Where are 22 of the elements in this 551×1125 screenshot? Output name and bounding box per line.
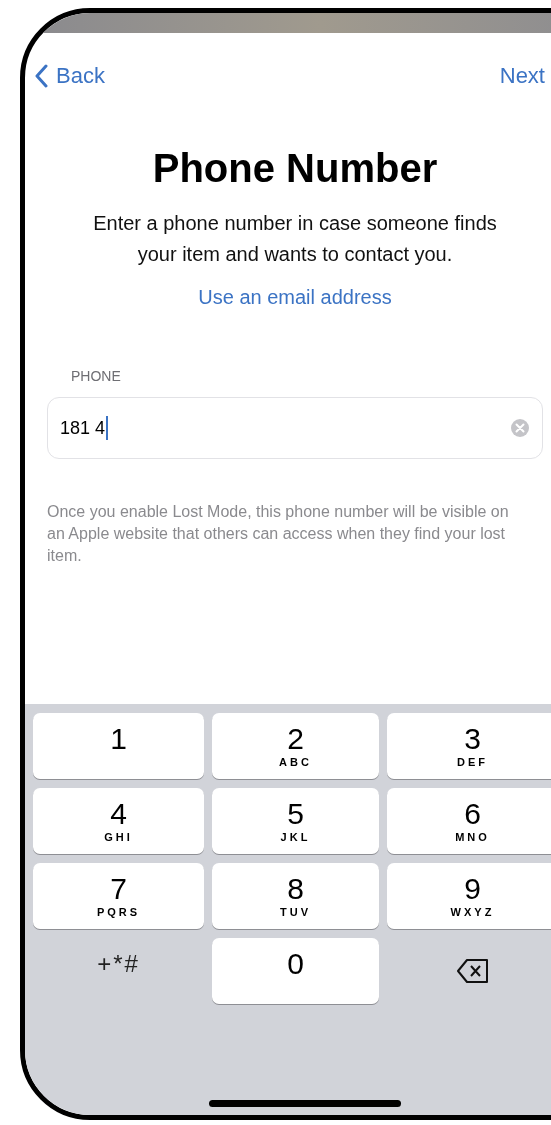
keypad-key[interactable]: 9 WXYZ [387, 863, 551, 929]
chevron-left-icon [35, 63, 48, 88]
keypad-key[interactable]: 8 TUV [212, 863, 379, 929]
footnote-text: Once you enable Lost Mode, this phone number will be visible on an Apple website that others can access when they find your lost item. [47, 502, 510, 566]
phone-value: 181 4 [60, 416, 106, 440]
keypad-key[interactable]: 1 [33, 713, 204, 779]
page-title: Phone Number [152, 145, 438, 192]
phone-field[interactable]: 181 4 [47, 397, 543, 459]
field-label: PHONE [70, 367, 122, 386]
keypad-key[interactable]: 4 GHI [33, 788, 204, 854]
back-button[interactable]: Back [35, 59, 105, 92]
email-link[interactable]: Use an email address [198, 282, 392, 312]
description-text: Enter a phone number in case someone finds your item and wants to contact you. [92, 211, 498, 267]
keypad-key[interactable]: 0 [212, 938, 379, 1004]
keypad-key[interactable]: 3 DEF [387, 713, 551, 779]
keypad-key[interactable]: 5 JKL [212, 788, 379, 854]
next-button[interactable]: Next [499, 59, 545, 92]
keypad-key[interactable]: 6 MNO [387, 788, 551, 854]
symbols-key[interactable]: +*# [33, 938, 204, 1004]
delete-icon [455, 958, 490, 984]
keypad-key[interactable]: 2 ABC [212, 713, 379, 779]
keypad-key[interactable]: 7 PQRS [33, 863, 204, 929]
